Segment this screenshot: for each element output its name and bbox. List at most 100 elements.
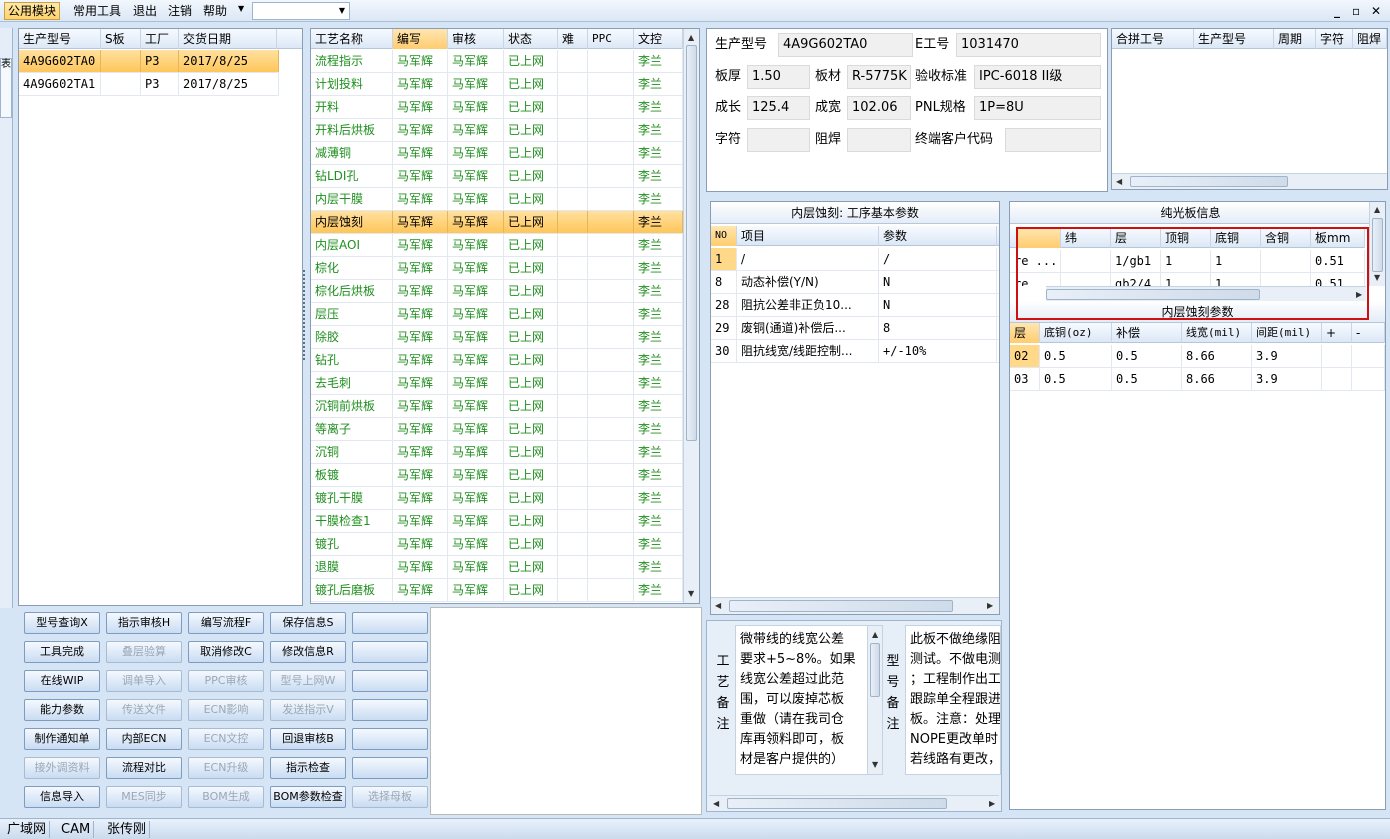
- bare-vertical-scrollbar[interactable]: ▲ ▼: [1369, 202, 1385, 286]
- table-row[interactable]: 内层蚀刻 马军辉 马军辉 已上网 李兰: [311, 211, 683, 234]
- col-header-comp[interactable]: 补偿: [1112, 323, 1182, 343]
- send-instruction-button[interactable]: 发送指示V: [270, 699, 346, 721]
- col-header-date[interactable]: 交货日期: [179, 29, 277, 49]
- col-header-no[interactable]: NO: [711, 226, 737, 246]
- scroll-thumb[interactable]: [1372, 218, 1383, 272]
- mask-field[interactable]: [847, 128, 911, 152]
- material-field[interactable]: R-5775K: [847, 65, 911, 89]
- col-header-status[interactable]: 状态: [504, 29, 558, 49]
- ecn-upgrade-button[interactable]: ECN升级: [188, 757, 264, 779]
- cancel-edit-button[interactable]: 取消修改C: [188, 641, 264, 663]
- col-header-factory[interactable]: 工厂: [141, 29, 179, 49]
- menu-logout[interactable]: 注销: [165, 2, 195, 20]
- table-row[interactable]: 8 动态补偿(Y/N) N: [711, 271, 999, 294]
- col-header-line-width[interactable]: 线宽(mil): [1182, 323, 1252, 343]
- model-online-button[interactable]: 型号上网W: [270, 670, 346, 692]
- table-row[interactable]: 沉铜前烘板 马军辉 马军辉 已上网 李兰: [311, 395, 683, 418]
- table-row[interactable]: 镀孔干膜 马军辉 马军辉 已上网 李兰: [311, 487, 683, 510]
- scroll-up-icon[interactable]: ▲: [688, 33, 694, 42]
- table-row[interactable]: 开料 马军辉 马军辉 已上网 李兰: [311, 96, 683, 119]
- table-row[interactable]: 计划投料 马军辉 马军辉 已上网 李兰: [311, 73, 683, 96]
- scroll-thumb[interactable]: [729, 600, 953, 612]
- width-field[interactable]: 102.06: [847, 96, 911, 120]
- menu-common-tools[interactable]: 常用工具: [70, 2, 124, 20]
- table-row[interactable]: 退膜 马军辉 马军辉 已上网 李兰: [311, 556, 683, 579]
- restore-icon[interactable]: ▫: [1352, 2, 1360, 20]
- external-data-button[interactable]: 接外调资料: [24, 757, 100, 779]
- col-header-model[interactable]: 生产型号: [19, 29, 101, 49]
- table-row[interactable]: 板镀 马军辉 马军辉 已上网 李兰: [311, 464, 683, 487]
- scroll-up-icon[interactable]: ▲: [1374, 205, 1380, 214]
- left-edge-tab[interactable]: 表: [0, 58, 12, 118]
- bom-generate-button[interactable]: BOM生成: [188, 786, 264, 808]
- online-wip-button[interactable]: 在线WIP: [24, 670, 100, 692]
- col-header-process-name[interactable]: 工艺名称: [311, 29, 393, 49]
- col-header-plus[interactable]: +: [1322, 323, 1352, 343]
- scroll-thumb[interactable]: [1130, 176, 1288, 187]
- col-header-combined-no[interactable]: 合拼工号: [1112, 29, 1194, 49]
- blank-button-2[interactable]: [352, 641, 428, 663]
- tool-complete-button[interactable]: 工具完成: [24, 641, 100, 663]
- col-header-minus[interactable]: -: [1352, 323, 1385, 343]
- table-row[interactable]: 除胶 马军辉 马军辉 已上网 李兰: [311, 326, 683, 349]
- scroll-thumb[interactable]: [870, 643, 880, 697]
- model-note-field[interactable]: 此板不做绝缘阻 测试。不做电测 ；工程制作出工 跟踪单全程跟进 板。注意：处理 NOPE更…: [905, 625, 1001, 775]
- scroll-right-icon[interactable]: ▶: [989, 799, 995, 808]
- notes-horizontal-scrollbar[interactable]: ◀ ▶: [709, 795, 999, 811]
- table-row[interactable]: 镀孔后磨板 马军辉 马军辉 已上网 李兰: [311, 579, 683, 602]
- capability-params-button[interactable]: 能力参数: [24, 699, 100, 721]
- vertical-splitter[interactable]: [303, 270, 308, 360]
- make-notice-button[interactable]: 制作通知单: [24, 728, 100, 750]
- scroll-left-icon[interactable]: ◀: [715, 601, 721, 610]
- col-header-base-cu[interactable]: 底铜(oz): [1040, 323, 1112, 343]
- table-row[interactable]: 4A9G602TA1 P3 2017/8/25: [19, 73, 279, 96]
- menu-help[interactable]: 帮助: [200, 2, 230, 20]
- ecn-impact-button[interactable]: ECN影响: [188, 699, 264, 721]
- minimize-icon[interactable]: _: [1334, 2, 1340, 20]
- order-import-button[interactable]: 调单导入: [106, 670, 182, 692]
- col-header-char[interactable]: 字符: [1316, 29, 1353, 49]
- info-import-button[interactable]: 信息导入: [24, 786, 100, 808]
- table-row[interactable]: 03 0.5 0.5 8.66 3.9: [1010, 368, 1385, 391]
- bom-param-check-button[interactable]: BOM参数检查: [270, 786, 346, 808]
- standard-field[interactable]: IPC-6018 II级: [974, 65, 1101, 89]
- table-row[interactable]: 流程指示 马军辉 马军辉 已上网 李兰: [311, 50, 683, 73]
- ppc-review-button[interactable]: PPC审核: [188, 670, 264, 692]
- customer-field[interactable]: [1005, 128, 1101, 152]
- table-row[interactable]: 29 废铜(通道)补偿后... 8: [711, 317, 999, 340]
- thickness-field[interactable]: 1.50: [747, 65, 810, 89]
- send-file-button[interactable]: 传送文件: [106, 699, 182, 721]
- blank-button-4[interactable]: [352, 699, 428, 721]
- table-row[interactable]: 钻LDI孔 马军辉 马军辉 已上网 李兰: [311, 165, 683, 188]
- process-note-field[interactable]: 微带线的线宽公差 要求+5~8%。如果 线宽公差超过此范 围，可以废掉芯板 重做（请在我…: [735, 625, 883, 775]
- table-row[interactable]: 28 阻抗公差非正负10... N: [711, 294, 999, 317]
- table-row[interactable]: 减薄铜 马军辉 马军辉 已上网 李兰: [311, 142, 683, 165]
- blank-button-1[interactable]: [352, 612, 428, 634]
- menu-combo-box[interactable]: ▼: [252, 2, 350, 20]
- col-header-ppc[interactable]: PPC: [588, 29, 634, 49]
- blank-button-5[interactable]: [352, 728, 428, 750]
- model-field[interactable]: 4A9G602TA0: [778, 33, 913, 57]
- scroll-right-icon[interactable]: ▶: [987, 601, 993, 610]
- scroll-down-icon[interactable]: ▼: [688, 589, 694, 598]
- ecn-doc-control-button[interactable]: ECN文控: [188, 728, 264, 750]
- table-row[interactable]: 内层干膜 马军辉 马军辉 已上网 李兰: [311, 188, 683, 211]
- rollback-review-button[interactable]: 回退审核B: [270, 728, 346, 750]
- char-field[interactable]: [747, 128, 810, 152]
- table-row[interactable]: 钻孔 马军辉 马军辉 已上网 李兰: [311, 349, 683, 372]
- scroll-down-icon[interactable]: ▼: [1374, 273, 1380, 282]
- col-header-combined-model[interactable]: 生产型号: [1194, 29, 1274, 49]
- write-flow-button[interactable]: 编写流程F: [188, 612, 264, 634]
- table-row[interactable]: 内层AOI 马军辉 马军辉 已上网 李兰: [311, 234, 683, 257]
- table-row[interactable]: 沉铜 马军辉 马军辉 已上网 李兰: [311, 441, 683, 464]
- col-header-difficulty[interactable]: 难: [558, 29, 588, 49]
- scroll-thumb[interactable]: [686, 45, 697, 441]
- table-row[interactable]: 层压 马军辉 马军辉 已上网 李兰: [311, 303, 683, 326]
- help-dropdown-icon[interactable]: ▼: [238, 4, 244, 13]
- table-row[interactable]: 等离子 马军辉 马军辉 已上网 李兰: [311, 418, 683, 441]
- scroll-left-icon[interactable]: ◀: [1116, 177, 1122, 186]
- table-row[interactable]: 棕化 马军辉 马军辉 已上网 李兰: [311, 257, 683, 280]
- model-query-button[interactable]: 型号查询X: [24, 612, 100, 634]
- scroll-up-icon[interactable]: ▲: [872, 630, 878, 639]
- table-row[interactable]: 4A9G602TA0 P3 2017/8/25: [19, 50, 279, 73]
